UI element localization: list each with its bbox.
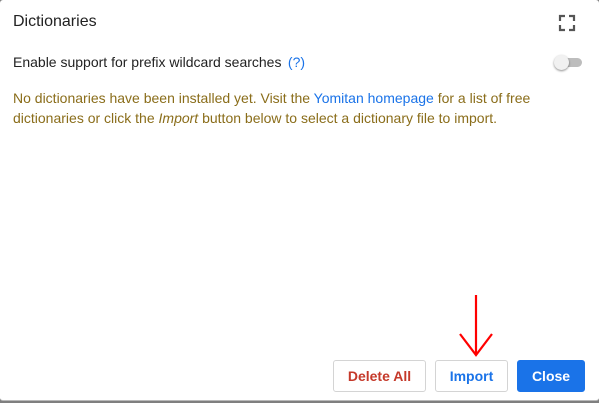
dialog-title: Dictionaries [13, 13, 97, 30]
prefix-wildcard-setting: Enable support for prefix wildcard searc… [13, 53, 585, 71]
delete-all-button[interactable]: Delete All [333, 360, 426, 392]
dialog-footer: Delete All Import Close [333, 360, 585, 392]
down-arrow-icon [459, 295, 493, 357]
notice-text-1: No dictionaries have been installed yet.… [13, 90, 314, 106]
no-dictionaries-notice: No dictionaries have been installed yet.… [13, 88, 588, 128]
notice-text-3: button below to select a dictionary file… [198, 110, 498, 126]
prefix-wildcard-toggle[interactable] [554, 55, 582, 70]
prefix-wildcard-label: Enable support for prefix wildcard searc… [13, 54, 282, 70]
fullscreen-icon[interactable] [558, 14, 576, 32]
import-button[interactable]: Import [435, 360, 508, 392]
dictionaries-dialog: Dictionaries Enable support for prefix w… [0, 0, 599, 401]
toggle-knob [554, 55, 569, 70]
notice-import-emphasis: Import [158, 110, 199, 126]
help-link[interactable]: (?) [288, 54, 305, 70]
close-button[interactable]: Close [517, 360, 585, 392]
yomitan-homepage-link[interactable]: Yomitan homepage [314, 90, 434, 106]
